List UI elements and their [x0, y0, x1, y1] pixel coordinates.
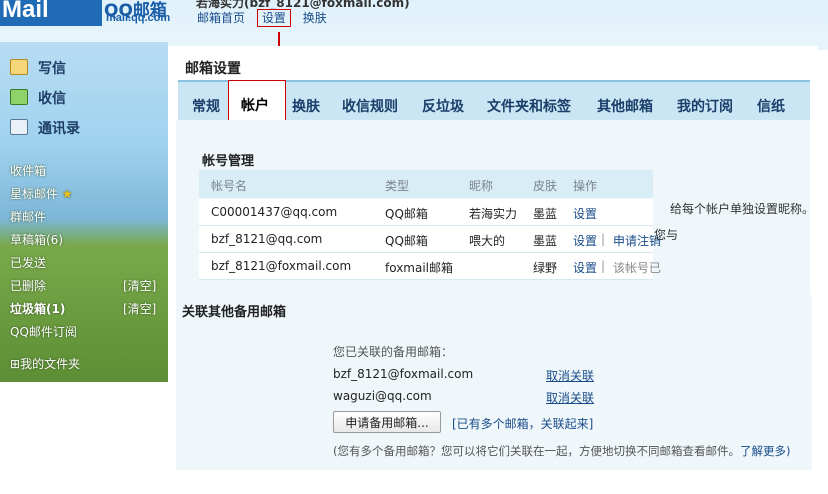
account-name: bzf_8121@foxmail.com [211, 259, 352, 273]
quick-contacts[interactable]: 通讯录 [10, 118, 80, 138]
account-skin: 墨蓝 [533, 234, 558, 248]
backup-footer: (您有多个备用邮箱？您可以将它们关联在一起，方便地切换不同邮箱查看邮件。了解更多… [333, 443, 790, 459]
nav-settings-link[interactable]: 设置 [256, 9, 291, 27]
expand-plus-icon: ⊞ [10, 357, 21, 371]
account-nickname: 喂大的 [469, 234, 506, 248]
folder-sent[interactable]: 已发送 [10, 254, 46, 271]
account-skin: 绿野 [533, 261, 558, 275]
inbox-download-icon [10, 89, 28, 105]
quick-write[interactable]: 写信 [10, 58, 66, 78]
folder-deleted[interactable]: 已删除 [10, 277, 46, 294]
quick-receive[interactable]: 收信 [10, 88, 66, 108]
account-status-text: 该帐号已 [613, 261, 662, 275]
table-row: bzf_8121@qq.com QQ邮箱 喂大的 墨蓝 设置 | 申请注销 [199, 226, 661, 253]
table-row: C00001437@qq.com QQ邮箱 若海实力 墨蓝 设置 [199, 199, 653, 226]
folder-starred-label: 星标邮件 [10, 187, 59, 201]
account-nickname: 若海实力 [469, 207, 518, 221]
logo: Mail [0, 0, 102, 26]
tab-skin[interactable]: 换肤 [292, 96, 320, 116]
my-folders-label: 我的文件夹 [20, 357, 81, 371]
table-row: bzf_8121@foxmail.com foxmail邮箱 绿野 设置 | 该… [199, 253, 661, 280]
tab-other-mailbox[interactable]: 其他邮箱 [597, 96, 653, 116]
col-account: 帐号名 [211, 179, 248, 193]
pencil-icon [10, 59, 28, 75]
tab-folders-labels[interactable]: 文件夹和标签 [487, 96, 571, 116]
backup-linked-label: 您已关联的备用邮箱： [333, 345, 454, 359]
contacts-card-icon [10, 119, 28, 135]
account-type: QQ邮箱 [385, 207, 428, 221]
unlink-button[interactable]: 取消关联 [546, 389, 594, 406]
account-settings-link[interactable]: 设置 [573, 232, 597, 249]
tab-account-label: 帐户 [241, 98, 269, 114]
account-name: C00001437@qq.com [211, 205, 338, 219]
my-folders-toggle[interactable]: ⊞我的文件夹 [10, 355, 80, 372]
divider: | [601, 232, 606, 246]
col-nickname: 昵称 [469, 179, 494, 193]
account-table-header: 帐号名 类型 昵称 皮肤 操作 [199, 170, 653, 198]
folder-starred[interactable]: 星标邮件 ★ [10, 185, 73, 202]
nav-skin-link[interactable]: 换肤 [303, 11, 327, 25]
learn-more-link[interactable]: 了解更多) [740, 444, 791, 458]
account-type: foxmail邮箱 [385, 261, 454, 275]
tab-my-subscriptions[interactable]: 我的订阅 [677, 96, 733, 116]
divider: | [601, 259, 606, 273]
folder-inbox[interactable]: 收件箱 [10, 162, 46, 179]
logo-domain: mail.qq.com [106, 12, 171, 24]
backup-footer-text: (您有多个备用邮箱？您可以将它们关联在一起，方便地切换不同邮箱查看邮件。 [333, 444, 740, 458]
link-more-hint[interactable]: [已有多个邮箱，关联起来] [452, 415, 593, 432]
col-type: 类型 [385, 179, 410, 193]
top-nav: 邮箱首页 设置 换肤 [197, 9, 335, 27]
tab-general[interactable]: 常规 [192, 96, 220, 116]
side-note-partial: 您与 [654, 228, 679, 242]
star-icon: ★ [61, 187, 73, 201]
clear-deleted-link[interactable]: [清空] [123, 277, 156, 294]
backup-email: bzf_8121@foxmail.com [333, 367, 474, 381]
folder-spam[interactable]: 垃圾箱(1) [10, 300, 65, 317]
folder-qq-subscribe[interactable]: QQ邮件订阅 [10, 323, 77, 340]
folder-group[interactable]: 群邮件 [10, 208, 46, 225]
account-name: bzf_8121@qq.com [211, 232, 323, 246]
nickname-note: 给每个帐户单独设置昵称。 [670, 202, 815, 216]
col-action: 操作 [573, 179, 598, 193]
unlink-button[interactable]: 取消关联 [546, 367, 594, 384]
tab-receive-rules[interactable]: 收信规则 [342, 96, 398, 116]
nav-home-link[interactable]: 邮箱首页 [197, 11, 245, 25]
account-settings-link[interactable]: 设置 [573, 205, 597, 222]
tab-anti-spam[interactable]: 反垃圾 [422, 96, 464, 116]
backup-title: 关联其他备用邮箱 [182, 305, 287, 320]
account-skin: 墨蓝 [533, 207, 558, 221]
tab-stationery[interactable]: 信纸 [757, 96, 785, 116]
apply-backup-button[interactable]: 申请备用邮箱... [333, 411, 441, 433]
col-skin: 皮肤 [533, 179, 558, 193]
quick-contacts-label: 通讯录 [38, 121, 80, 137]
page-title: 邮箱设置 [185, 61, 241, 77]
account-mgmt-title: 帐号管理 [202, 154, 255, 169]
backup-email: waguzi@qq.com [333, 389, 432, 403]
folder-drafts[interactable]: 草稿箱(6) [10, 231, 63, 248]
clear-spam-link[interactable]: [清空] [123, 300, 156, 317]
account-settings-link[interactable]: 设置 [573, 259, 597, 276]
quick-receive-label: 收信 [38, 91, 66, 107]
account-type: QQ邮箱 [385, 234, 428, 248]
quick-write-label: 写信 [38, 61, 66, 77]
